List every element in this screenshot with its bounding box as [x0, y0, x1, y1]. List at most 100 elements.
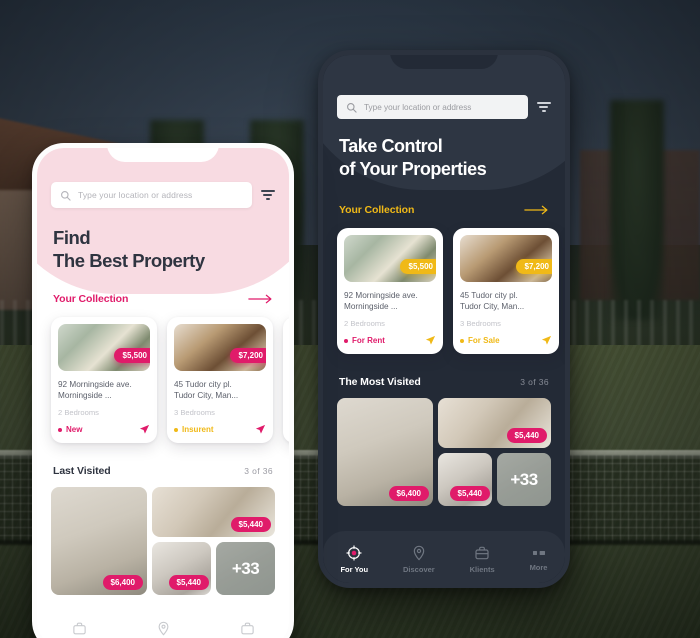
more-overlay-count: +33 — [497, 453, 551, 507]
property-card[interactable]: $7,200 45 Tudor city pl. Tudor City, Man… — [167, 316, 273, 444]
address-line-1: 45 Tudor city pl. — [460, 290, 518, 300]
nav-item-for-you[interactable]: For You — [340, 544, 368, 574]
gallery-tile-more[interactable]: +33 — [497, 453, 551, 507]
price-badge: $7,200 — [515, 258, 552, 274]
briefcase-icon — [475, 546, 489, 559]
gallery-tile-bottom-mid[interactable]: $5,440 — [152, 542, 211, 596]
dark-bottom-nav: For You Discover Klients More — [323, 531, 565, 583]
property-address: 92 Morningside ave. Morningside ... — [58, 379, 150, 402]
price-badge: $6,400 — [102, 575, 143, 591]
light-collection-header: Your Collection — [37, 293, 289, 305]
gallery-tile-top-right[interactable]: $5,440 — [438, 398, 551, 449]
send-icon[interactable] — [139, 424, 150, 435]
dark-collection-title: Your Collection — [339, 203, 415, 216]
light-phone-mockup: Type your location or address Find The B… — [32, 143, 294, 638]
filter-icon[interactable] — [536, 102, 551, 112]
status-dot — [460, 338, 464, 343]
more-grid-icon — [532, 550, 545, 555]
light-headline-line1: Find — [53, 227, 91, 248]
property-card[interactable]: $5,500 92 Morningside ave. Morningside .… — [51, 316, 157, 444]
send-icon[interactable] — [425, 335, 436, 346]
price-badge: $5,440 — [168, 575, 209, 591]
property-card-footer: New — [58, 424, 150, 435]
light-phone-notch — [107, 148, 219, 162]
search-icon — [347, 102, 357, 113]
map-pin-icon — [158, 621, 168, 635]
light-page-title: Find The Best Property — [37, 226, 289, 273]
dark-phone-mockup: Type your location or address Take Contr… — [318, 50, 570, 588]
status-label: For Rent — [352, 336, 385, 346]
property-card[interactable]: $7,200 45 Tudor city pl. Tudor City, Man… — [453, 227, 559, 355]
status-badge: For Sale — [460, 336, 500, 345]
gallery-tile-top-right[interactable]: $5,440 — [152, 487, 275, 538]
price-badge: $5,500 — [113, 347, 150, 363]
status-badge: New — [58, 425, 82, 434]
property-address: 45 Tudor city pl. Tudor City, Man... — [174, 379, 266, 402]
property-bedrooms: 3 Bedrooms — [174, 408, 215, 418]
dark-collection-cards[interactable]: $5,500 92 Morningside ave. Morningside .… — [323, 227, 565, 355]
nav-item-1[interactable] — [72, 621, 87, 638]
status-dot — [174, 427, 178, 432]
light-collection-title: Your Collection — [53, 292, 129, 305]
nav-item-3[interactable] — [240, 621, 255, 638]
light-collection-cards[interactable]: $5,500 92 Morningside ave. Morningside .… — [37, 316, 289, 444]
arrow-right-icon[interactable] — [524, 205, 549, 215]
nav-label: Discover — [403, 564, 435, 574]
address-line-1: 92 Morningside ave. — [58, 379, 132, 389]
light-gallery-grid[interactable]: $6,400 $5,440 $5,440 +33 — [37, 487, 289, 596]
status-label: For Sale — [468, 336, 500, 346]
status-badge: Insurent — [174, 425, 214, 434]
property-bedrooms: 2 Bedrooms — [58, 408, 99, 418]
nav-item-klients[interactable]: Klients — [470, 545, 495, 574]
send-icon[interactable] — [255, 424, 266, 435]
dark-phone-notch — [390, 55, 498, 69]
search-icon — [61, 190, 71, 201]
light-search-row: Type your location or address — [37, 182, 289, 208]
gallery-tile-large[interactable]: $6,400 — [51, 487, 147, 596]
dark-most-visited-header: The Most Visited 3 of 36 — [323, 376, 565, 388]
address-line-2: Morningside ... — [344, 302, 398, 312]
property-address: 45 Tudor city pl. Tudor City, Man... — [460, 290, 552, 313]
property-card-peek[interactable] — [283, 316, 289, 444]
search-placeholder: Type your location or address — [78, 190, 193, 200]
nav-item-2[interactable] — [156, 621, 171, 638]
price-badge: $5,440 — [230, 517, 271, 533]
search-placeholder: Type your location or address — [364, 102, 472, 112]
property-image: $7,200 — [460, 234, 552, 282]
address-line-2: Tudor City, Man... — [174, 390, 239, 400]
property-card[interactable]: $5,500 92 Morningside ave. Morningside .… — [337, 227, 443, 355]
dark-page-title: Take Control of Your Properties — [323, 135, 565, 182]
property-address: 92 Morningside ave. Morningside ... — [344, 290, 436, 313]
dark-gallery-grid[interactable]: $6,400 $5,440 $5,440 +33 — [323, 398, 565, 507]
gallery-tile-bottom-mid[interactable]: $5,440 — [438, 453, 492, 507]
gallery-tile-large[interactable]: $6,400 — [337, 398, 433, 507]
search-input[interactable]: Type your location or address — [51, 182, 252, 208]
target-icon — [346, 544, 362, 561]
send-icon[interactable] — [541, 335, 552, 346]
light-headline-line2: The Best Property — [53, 250, 205, 272]
most-visited-title: The Most Visited — [339, 376, 421, 389]
property-image: $5,500 — [344, 234, 436, 282]
nav-item-discover[interactable]: Discover — [403, 545, 435, 574]
property-card-footer: Insurent — [174, 424, 266, 435]
price-badge: $5,440 — [449, 486, 490, 502]
property-card-footer: For Sale — [460, 335, 552, 346]
last-visited-count: 3 of 36 — [244, 466, 273, 477]
price-badge: $5,500 — [399, 258, 436, 274]
price-badge: $7,200 — [229, 347, 266, 363]
property-bedrooms: 3 Bedrooms — [460, 319, 501, 329]
briefcase-icon — [72, 622, 86, 634]
dark-headline-line1: Take Control — [339, 136, 443, 156]
address-line-2: Tudor City, Man... — [460, 302, 525, 312]
property-image: $5,500 — [58, 323, 150, 371]
arrow-right-icon[interactable] — [248, 294, 273, 304]
search-input[interactable]: Type your location or address — [337, 95, 528, 119]
status-label: New — [66, 425, 83, 435]
property-card-footer: For Rent — [344, 335, 436, 346]
filter-icon[interactable] — [260, 190, 275, 200]
nav-item-more[interactable]: More — [530, 547, 547, 572]
address-line-1: 92 Morningside ave. — [344, 290, 418, 300]
address-line-1: 45 Tudor city pl. — [174, 379, 232, 389]
status-dot — [58, 427, 62, 432]
gallery-tile-more[interactable]: +33 — [216, 542, 275, 596]
